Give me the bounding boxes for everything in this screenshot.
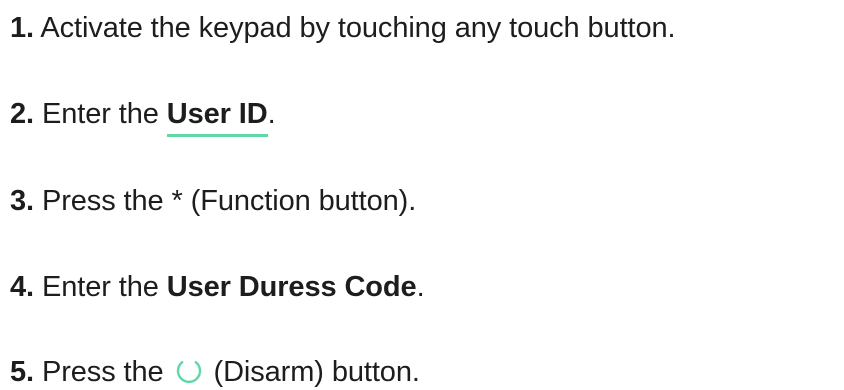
step-number: 5.	[10, 356, 34, 388]
step-5: 5. Press the (Disarm) button.	[10, 354, 420, 390]
step-number: 1.	[10, 12, 34, 44]
user-id-link[interactable]: User ID	[166, 98, 268, 137]
step-4: 4. Enter the User Duress Code.	[10, 269, 425, 305]
step-text-before: Enter the	[41, 271, 159, 303]
step-text: Activate the keypad by touching any touc…	[40, 12, 676, 44]
user-duress-code: User Duress Code	[166, 271, 417, 303]
step-text-after: .	[267, 98, 276, 130]
step-number: 4.	[10, 271, 34, 303]
step-number: 3.	[10, 185, 34, 217]
step-text: Press the * (Function button).	[41, 185, 417, 217]
step-text-before: Enter the	[41, 98, 159, 130]
step-2: 2. Enter the User ID.	[10, 96, 276, 137]
step-number: 2.	[10, 98, 34, 130]
step-text-after: (Disarm) button.	[213, 356, 420, 388]
step-1: 1. Activate the keypad by touching any t…	[10, 10, 676, 46]
disarm-icon	[176, 361, 201, 384]
step-3: 3. Press the * (Function button).	[10, 183, 416, 219]
step-text-after: .	[416, 271, 425, 303]
step-text-before: Press the	[41, 356, 164, 388]
